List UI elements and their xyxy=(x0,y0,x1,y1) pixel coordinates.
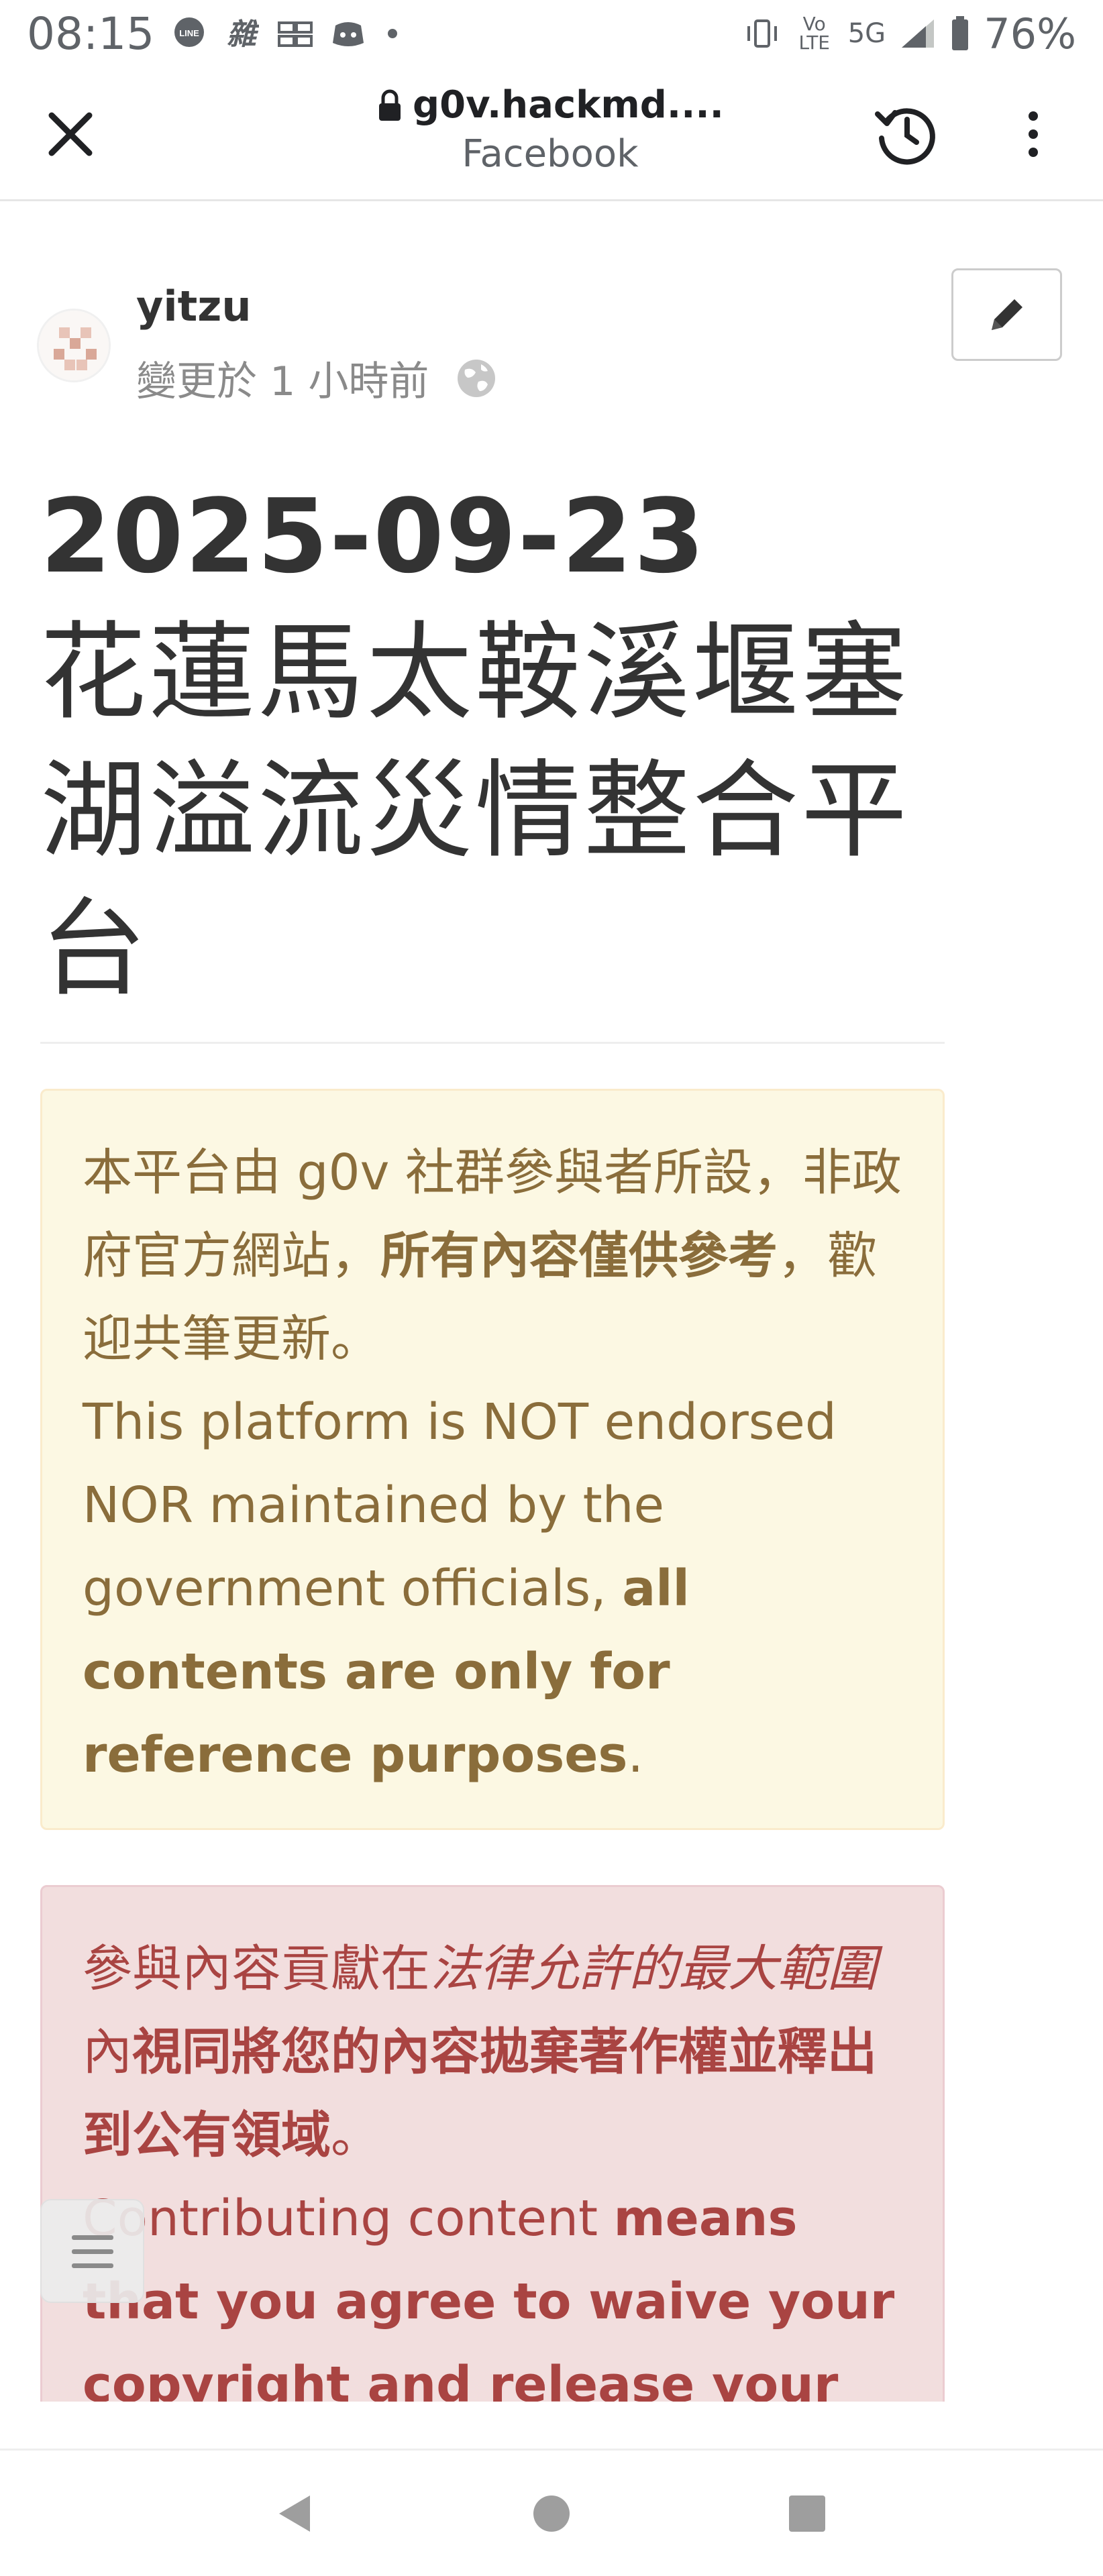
warning-zh: 本平台由 g0v 社群參與者所設，非政府官方網站，所有內容僅供參考，歡迎共筆更新… xyxy=(83,1131,902,1381)
more-vert-icon xyxy=(1029,111,1038,157)
vibrate-icon xyxy=(743,17,781,50)
page-source: Facebook xyxy=(462,132,639,176)
warning-alert: 本平台由 g0v 社群參與者所設，非政府官方網站，所有內容僅供參考，歡迎共筆更新… xyxy=(40,1089,945,1830)
edit-button[interactable] xyxy=(951,268,1062,361)
battery-percent: 76% xyxy=(984,9,1076,58)
svg-text:LINE: LINE xyxy=(179,28,199,38)
warning-en-text: This platform is NOT endorsed NOR mainta… xyxy=(83,1393,837,1617)
url-line: g0v.hackmd.... xyxy=(282,83,819,127)
toc-toggle-button[interactable] xyxy=(40,2199,144,2303)
status-bar: 08:15 LINE 雜 Vo LTE 5G 76% xyxy=(0,0,1103,67)
line-icon: LINE xyxy=(172,16,207,51)
license-zh-bold: 視同將您的內容拋棄著作權並釋出到公有領域 xyxy=(83,2023,877,2164)
title-line: 台 xyxy=(40,888,149,1011)
status-right: Vo LTE 5G 76% xyxy=(743,9,1076,58)
svg-text:雜: 雜 xyxy=(227,17,259,51)
volte-icon: Vo LTE xyxy=(798,13,830,54)
menu-lines-icon xyxy=(71,2235,113,2268)
author-name[interactable]: yitzu xyxy=(136,282,252,331)
url-text: g0v.hackmd.... xyxy=(413,83,724,127)
author-row: yitzu 變更於 1 小時前 xyxy=(37,268,1070,416)
browser-header: g0v.hackmd.... Facebook xyxy=(0,67,1103,201)
license-zh-text-end: 。 xyxy=(331,2106,380,2164)
url-block[interactable]: g0v.hackmd.... Facebook xyxy=(282,83,819,176)
avatar[interactable] xyxy=(37,309,111,382)
license-alert: 參與內容貢獻在法律允許的最大範圍內視同將您的內容拋棄著作權並釋出到公有領域。 C… xyxy=(40,1885,945,2489)
recents-button[interactable] xyxy=(777,2483,837,2544)
system-nav-bar xyxy=(0,2449,1103,2576)
license-zh-text: 參與內容貢獻在 xyxy=(83,1940,430,1998)
warning-zh-bold: 所有內容僅供參考 xyxy=(380,1227,778,1285)
history-icon xyxy=(875,108,935,165)
license-zh-italic: 法律允許的最大範圍 xyxy=(430,1940,877,1998)
close-button[interactable] xyxy=(37,101,104,168)
signal-icon xyxy=(899,17,937,50)
pencil-icon xyxy=(991,299,1022,330)
changed-time-line: 變更於 1 小時前 xyxy=(136,349,497,407)
lock-icon xyxy=(379,89,401,121)
close-icon xyxy=(48,112,93,156)
home-button[interactable] xyxy=(521,2483,582,2544)
title-divider xyxy=(40,1042,945,1044)
globe-icon xyxy=(458,359,496,397)
license-en-text: Contributing content xyxy=(83,2190,614,2247)
identicon-icon xyxy=(39,311,109,380)
discord-icon xyxy=(331,19,365,48)
document-title: 2025-09-23 花蓮馬太鞍溪堰塞 湖溢流災情整合平 台 xyxy=(40,470,939,1018)
battery-icon xyxy=(950,15,970,52)
more-menu-button[interactable] xyxy=(1010,97,1057,171)
warning-en-text-end: . xyxy=(627,1726,644,1784)
title-line: 湖溢流災情整合平 xyxy=(40,749,910,873)
app-icon xyxy=(276,16,314,51)
status-left: 08:15 LINE 雜 xyxy=(27,8,743,60)
bottom-fade xyxy=(0,2402,1103,2449)
changed-time: 變更於 1 小時前 xyxy=(136,358,429,405)
status-time: 08:15 xyxy=(27,7,155,60)
warning-en: This platform is NOT endorsed NOR mainta… xyxy=(83,1381,902,1796)
license-zh: 參與內容貢獻在法律允許的最大範圍內視同將您的內容拋棄著作權並釋出到公有領域。 xyxy=(83,1927,902,2177)
license-zh-text-mid: 內 xyxy=(83,2023,132,2081)
network-label: 5G xyxy=(847,18,886,49)
dot-icon xyxy=(382,23,403,44)
app-icon: 雜 xyxy=(224,16,259,51)
back-triangle-icon xyxy=(278,2495,310,2532)
back-button[interactable] xyxy=(266,2483,326,2544)
title-date: 2025-09-23 xyxy=(40,477,706,596)
home-circle-icon xyxy=(533,2495,570,2532)
history-button[interactable] xyxy=(869,97,943,171)
recents-square-icon xyxy=(789,2495,826,2532)
title-line: 花蓮馬太鞍溪堰塞 xyxy=(40,611,910,735)
